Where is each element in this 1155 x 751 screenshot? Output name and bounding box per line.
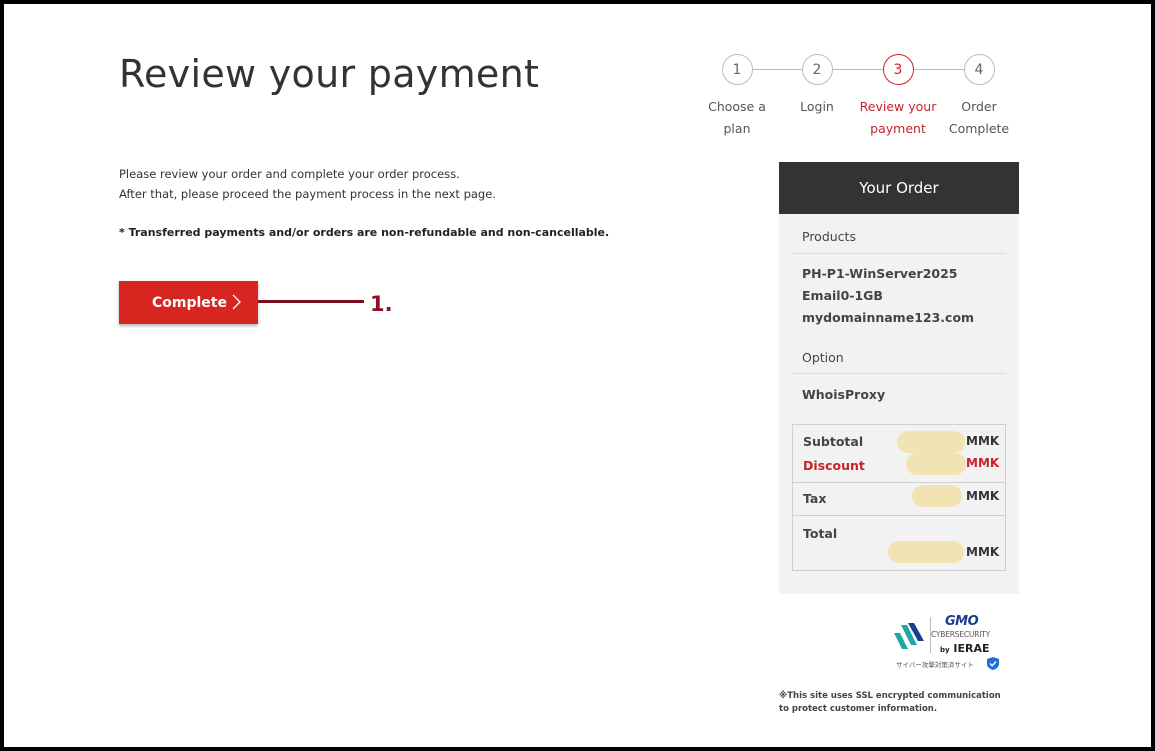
badge-byline: by IERAE <box>940 642 990 655</box>
subtotal-label: Subtotal <box>803 434 864 449</box>
step-label-line: Review your <box>859 99 937 114</box>
ierae-logo-icon <box>894 623 924 649</box>
tax-label: Tax <box>803 491 827 506</box>
step-label-line: payment <box>870 121 926 136</box>
step-number: 3 <box>882 54 914 85</box>
complete-button-label: Complete <box>152 294 227 311</box>
step-label-line: Order <box>961 99 997 114</box>
order-heading: Your Order <box>779 162 1019 214</box>
intro-text: Please review your order and complete yo… <box>119 164 496 204</box>
redacted-value <box>906 453 966 475</box>
subtotal-currency: MMK <box>966 434 1000 448</box>
divider <box>792 253 1006 254</box>
step-number: 2 <box>801 54 833 85</box>
step-review-payment: 3 Review your payment <box>853 54 943 140</box>
security-badge: GMO CYBERSECURITY by IERAE サイバー攻撃対策済サイト <box>892 614 1002 674</box>
divider <box>793 515 1005 516</box>
totals-table: Subtotal MMK Discount MMK Tax MMK Total … <box>792 424 1006 571</box>
badge-name: IERAE <box>953 642 990 655</box>
redacted-value <box>897 431 965 453</box>
total-currency: MMK <box>966 545 1000 559</box>
products-label: Products <box>802 229 856 244</box>
step-choose-plan: 1 Choose a plan <box>692 54 782 140</box>
intro-line-1: Please review your order and complete yo… <box>119 167 460 181</box>
chevron-right-icon <box>232 294 241 310</box>
total-label: Total <box>803 526 838 541</box>
badge-jp-text: サイバー攻撃対策済サイト <box>896 661 974 669</box>
intro-line-2: After that, please proceed the payment p… <box>119 187 496 201</box>
product-item: mydomainname123.com <box>802 310 975 325</box>
product-item: PH-P1-WinServer2025 <box>802 266 958 281</box>
step-label-line: plan <box>723 121 751 136</box>
tax-currency: MMK <box>966 489 1000 503</box>
divider <box>792 373 1006 374</box>
option-item: WhoisProxy <box>802 387 886 402</box>
order-summary-panel: Your Order Products PH-P1-WinServer2025 … <box>779 162 1019 594</box>
divider <box>793 482 1005 483</box>
step-label: Login <box>772 96 862 118</box>
step-label-line: Complete <box>948 121 1010 136</box>
refund-notice: * Transferred payments and/or orders are… <box>119 226 610 239</box>
annotation-label: 1. <box>370 292 393 316</box>
page-frame: Review your payment Please review your o… <box>0 0 1155 751</box>
step-number: 1 <box>721 54 753 85</box>
option-label: Option <box>802 350 844 365</box>
shield-check-icon <box>987 657 999 670</box>
step-order-complete: 4 Order Complete <box>934 54 1024 140</box>
complete-button[interactable]: Complete <box>119 281 258 324</box>
gmo-logo: GMO <box>945 614 979 629</box>
product-item: Email0-1GB <box>802 288 883 303</box>
redacted-value <box>888 541 964 563</box>
step-label-line: Login <box>800 99 834 114</box>
discount-label: Discount <box>803 458 865 473</box>
annotation-arrow-line <box>258 300 364 303</box>
badge-subtitle: CYBERSECURITY <box>931 630 990 639</box>
discount-currency: MMK <box>966 456 1000 470</box>
redacted-value <box>912 485 962 507</box>
step-label: Order Complete <box>934 96 1024 140</box>
step-label: Review your payment <box>853 96 943 140</box>
page-title: Review your payment <box>119 52 540 96</box>
badge-by: by <box>940 646 950 654</box>
step-number: 4 <box>963 54 995 85</box>
step-label: Choose a plan <box>692 96 782 140</box>
step-label-line: Choose a <box>708 99 766 114</box>
ssl-note: ※This site uses SSL encrypted communicat… <box>779 691 1001 714</box>
step-login: 2 Login <box>772 54 862 118</box>
